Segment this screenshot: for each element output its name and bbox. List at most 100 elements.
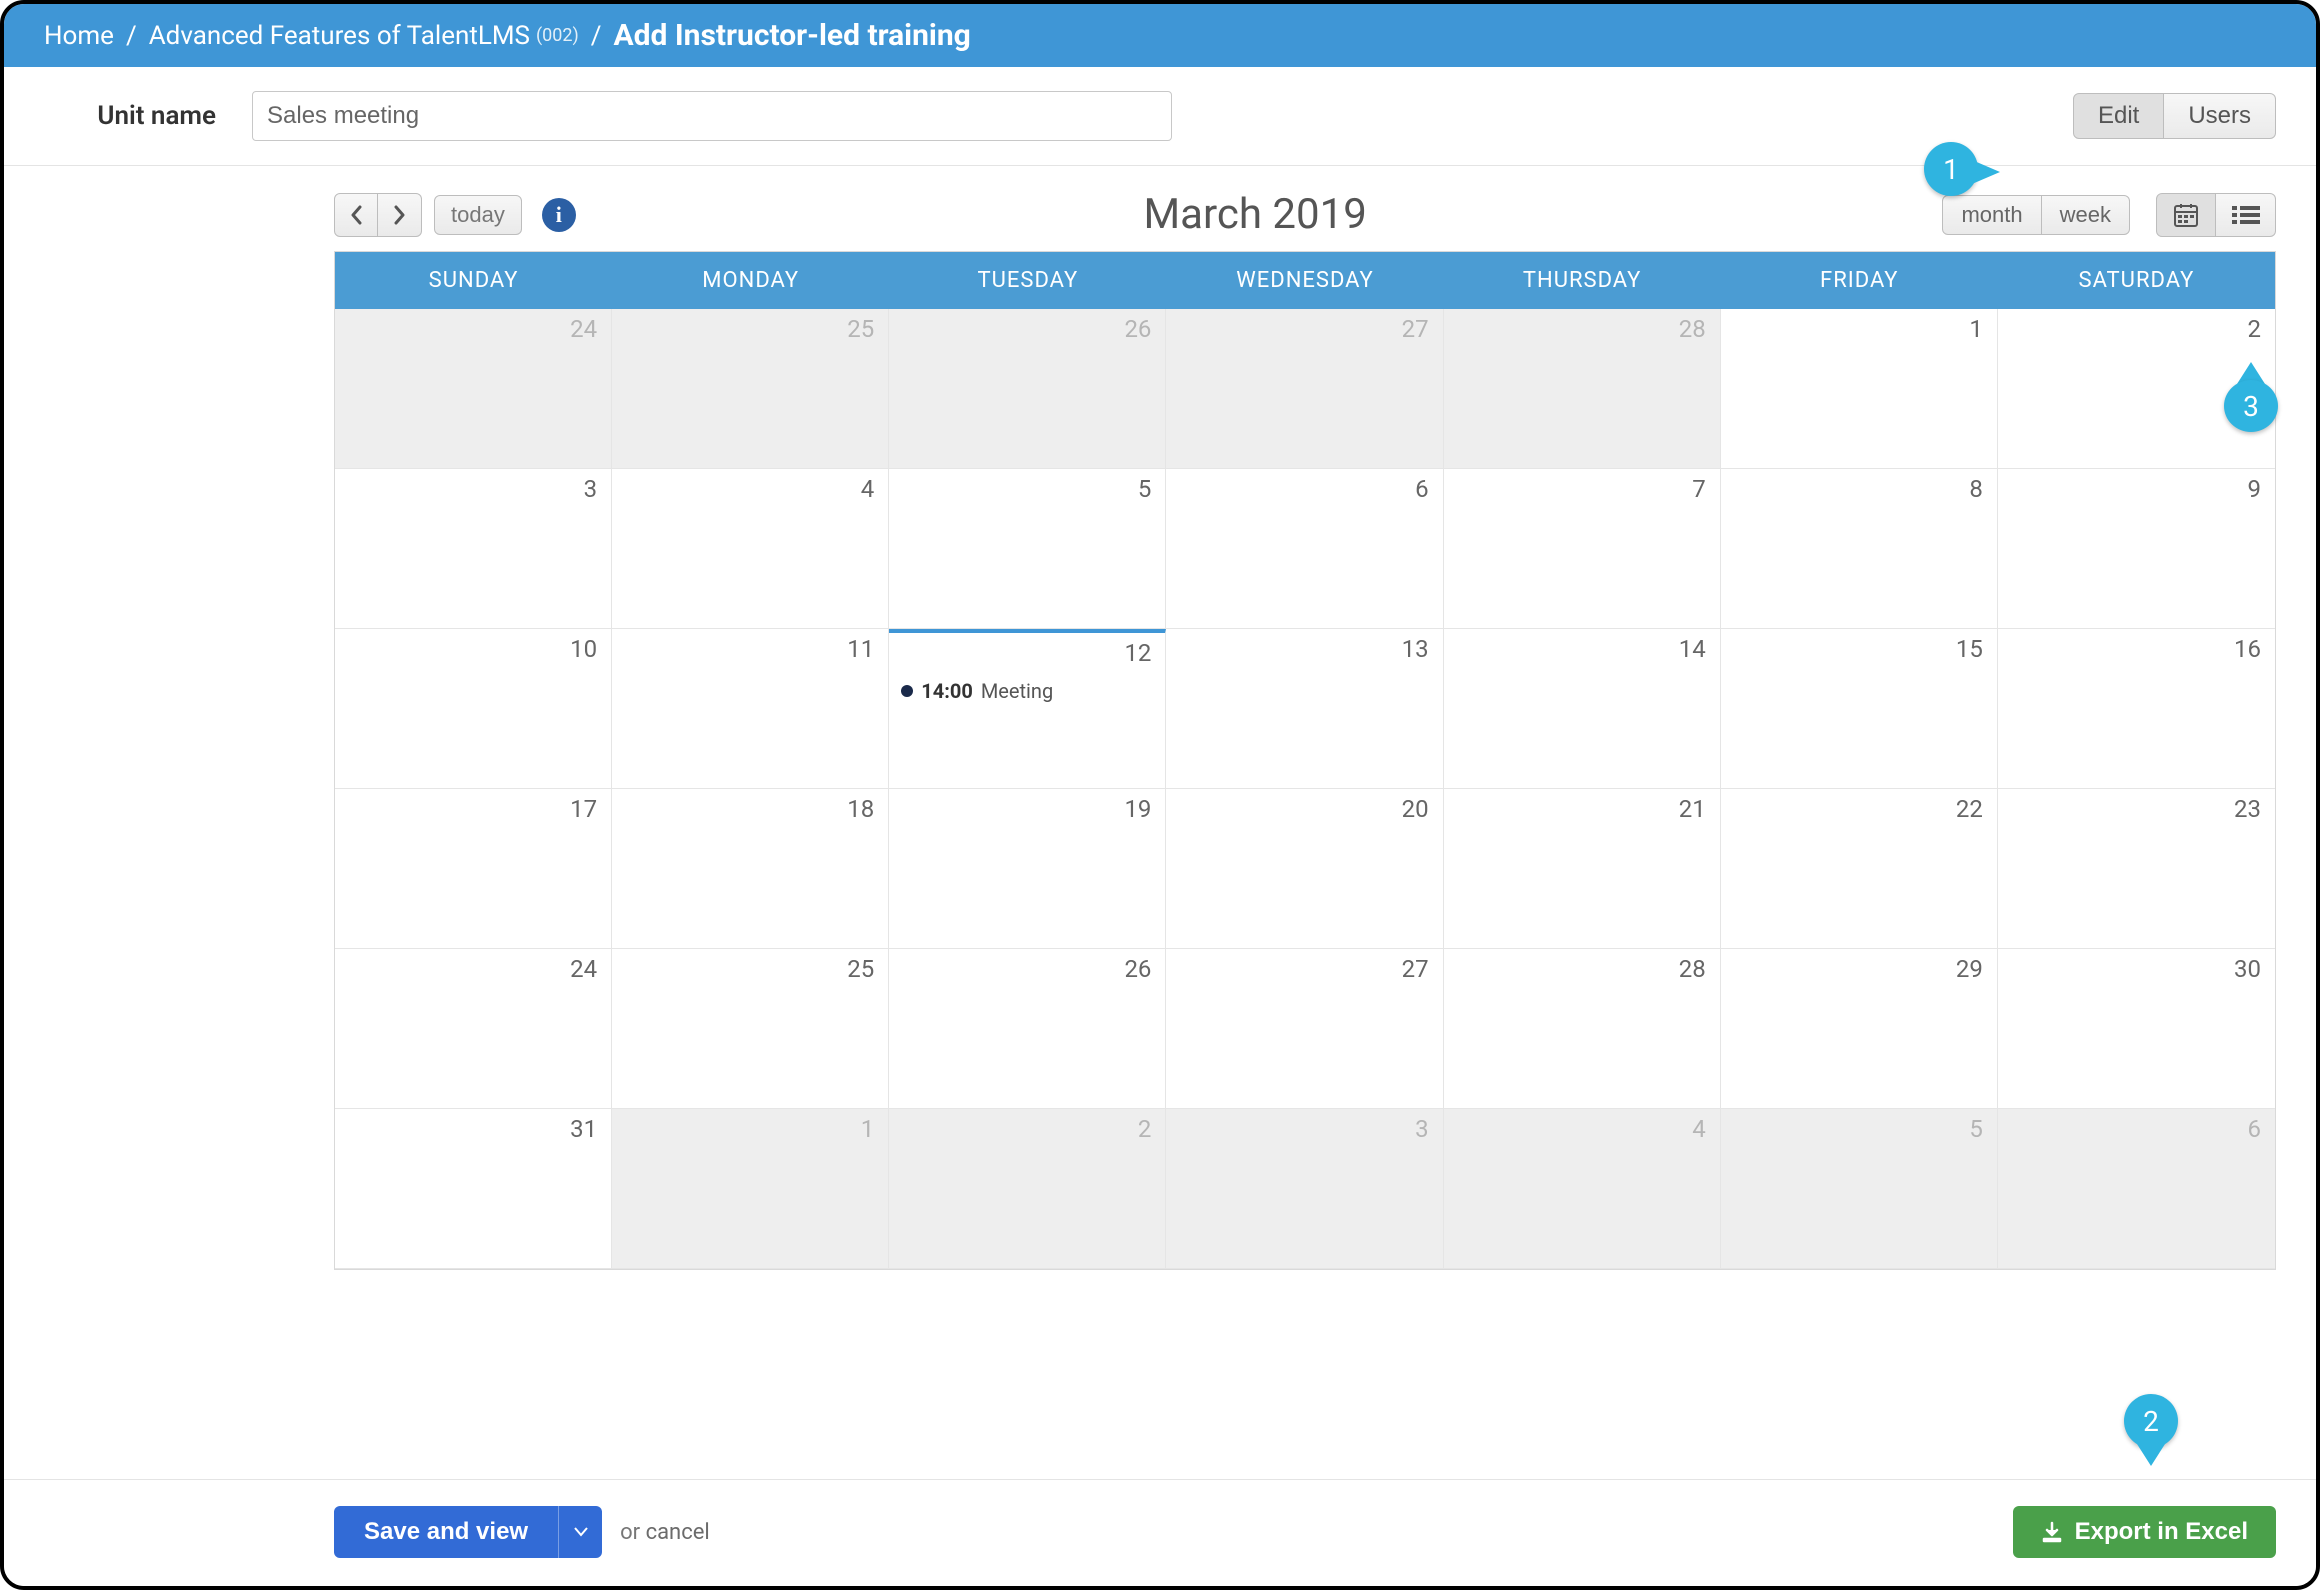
day-number: 13: [1402, 635, 1429, 663]
calendar-cell[interactable]: 28: [1444, 949, 1721, 1109]
calendar-cell[interactable]: 7: [1444, 469, 1721, 629]
download-icon: [2041, 1521, 2063, 1543]
calendar-event[interactable]: 14:00 Meeting: [901, 679, 1153, 703]
chevron-left-icon: [349, 205, 363, 225]
day-number: 22: [1956, 795, 1983, 823]
calendar: SUNDAYMONDAYTUESDAYWEDNESDAYTHURSDAYFRID…: [334, 251, 2276, 1270]
day-number: 30: [2234, 955, 2261, 983]
list-icon: [2232, 204, 2260, 226]
calendar-cell[interactable]: 9: [1998, 469, 2275, 629]
day-number: 3: [1415, 1115, 1429, 1143]
calendar-cell[interactable]: 15: [1721, 629, 1998, 789]
calendar-cell[interactable]: 24: [335, 309, 612, 469]
calendar-cell[interactable]: 4: [1444, 1109, 1721, 1269]
calendar-cell[interactable]: 31: [335, 1109, 612, 1269]
calendar-cell[interactable]: 3: [1166, 1109, 1443, 1269]
calendar-cell[interactable]: 28: [1444, 309, 1721, 469]
edit-users-tabs: Edit Users: [2073, 93, 2276, 139]
calendar-cell[interactable]: 10: [335, 629, 612, 789]
calendar-cell[interactable]: 12 14:00 Meeting: [889, 629, 1166, 789]
day-number: 26: [1124, 315, 1151, 343]
calendar-cell[interactable]: 8: [1721, 469, 1998, 629]
view-week-button[interactable]: week: [2042, 195, 2130, 235]
day-number: 29: [1956, 955, 1983, 983]
day-number: 31: [570, 1115, 597, 1143]
day-number: 2: [2247, 315, 2261, 343]
day-number: 27: [1402, 955, 1429, 983]
today-button[interactable]: today: [434, 195, 522, 235]
unit-name-input[interactable]: [252, 91, 1172, 141]
calendar-cell[interactable]: 27: [1166, 949, 1443, 1109]
day-number: 26: [1124, 955, 1151, 983]
tab-users[interactable]: Users: [2164, 93, 2276, 139]
calendar-cell[interactable]: 5: [1721, 1109, 1998, 1269]
breadcrumb-separator: /: [591, 21, 602, 51]
calendar-cell[interactable]: 11: [612, 629, 889, 789]
info-icon[interactable]: i: [542, 198, 576, 232]
event-time: 14:00: [921, 679, 973, 703]
cancel-link[interactable]: cancel: [646, 1520, 710, 1545]
day-number: 17: [570, 795, 597, 823]
day-number: 1: [1969, 315, 1983, 343]
calendar-cell[interactable]: 19: [889, 789, 1166, 949]
day-number: 25: [847, 955, 874, 983]
calendar-cell[interactable]: 4: [612, 469, 889, 629]
calendar-cell[interactable]: 26: [889, 309, 1166, 469]
calendar-cell[interactable]: 14: [1444, 629, 1721, 789]
calendar-cell[interactable]: 2: [1998, 309, 2275, 469]
day-header: WEDNESDAY: [1166, 252, 1443, 309]
calendar-cell[interactable]: 6: [1166, 469, 1443, 629]
day-number: 16: [2234, 635, 2261, 663]
day-number: 28: [1679, 315, 1706, 343]
export-excel-button[interactable]: Export in Excel: [2013, 1506, 2276, 1558]
calendar-cell[interactable]: 1: [612, 1109, 889, 1269]
page-title: Add Instructor-led training: [614, 18, 971, 53]
prev-button[interactable]: [334, 193, 378, 237]
calendar-cell[interactable]: 25: [612, 309, 889, 469]
save-dropdown-button[interactable]: [558, 1506, 602, 1558]
day-number: 7: [1692, 475, 1706, 503]
save-and-view-button[interactable]: Save and view: [334, 1506, 558, 1558]
calendar-cell[interactable]: 26: [889, 949, 1166, 1109]
calendar-cell[interactable]: 21: [1444, 789, 1721, 949]
day-number: 10: [570, 635, 597, 663]
calendar-cell[interactable]: 13: [1166, 629, 1443, 789]
day-number: 6: [2247, 1115, 2261, 1143]
calendar-cell[interactable]: 30: [1998, 949, 2275, 1109]
day-number: 4: [861, 475, 875, 503]
calendar-cell[interactable]: 24: [335, 949, 612, 1109]
day-number: 8: [1969, 475, 1983, 503]
calendar-cell[interactable]: 17: [335, 789, 612, 949]
day-number: 5: [1969, 1115, 1983, 1143]
day-number: 5: [1138, 475, 1152, 503]
calendar-cell[interactable]: 5: [889, 469, 1166, 629]
next-button[interactable]: [378, 193, 422, 237]
breadcrumb-home[interactable]: Home: [44, 21, 114, 51]
or-cancel-text: or cancel: [620, 1520, 710, 1545]
calendar-cell[interactable]: 20: [1166, 789, 1443, 949]
calendar-cell[interactable]: 2: [889, 1109, 1166, 1269]
calendar-cell[interactable]: 6: [1998, 1109, 2275, 1269]
calendar-cell[interactable]: 23: [1998, 789, 2275, 949]
calendar-cell[interactable]: 22: [1721, 789, 1998, 949]
day-number: 24: [570, 955, 597, 983]
breadcrumb-course[interactable]: Advanced Features of TalentLMS: [149, 21, 530, 51]
calendar-cell[interactable]: 1: [1721, 309, 1998, 469]
view-month-button[interactable]: month: [1942, 195, 2041, 235]
day-number: 12: [1124, 639, 1151, 667]
calendar-view-button[interactable]: [2156, 193, 2216, 237]
calendar-cell[interactable]: 25: [612, 949, 889, 1109]
list-view-button[interactable]: [2216, 193, 2276, 237]
caret-down-icon: [574, 1527, 588, 1537]
breadcrumb: Home / Advanced Features of TalentLMS (0…: [4, 4, 2316, 67]
calendar-cell[interactable]: 27: [1166, 309, 1443, 469]
tab-edit[interactable]: Edit: [2073, 93, 2164, 139]
day-number: 2: [1138, 1115, 1152, 1143]
calendar-cell[interactable]: 16: [1998, 629, 2275, 789]
day-number: 9: [2247, 475, 2261, 503]
calendar-cell[interactable]: 29: [1721, 949, 1998, 1109]
day-number: 3: [584, 475, 598, 503]
calendar-cell[interactable]: 3: [335, 469, 612, 629]
calendar-cell[interactable]: 18: [612, 789, 889, 949]
annotation-marker-2: 2: [2124, 1394, 2178, 1464]
